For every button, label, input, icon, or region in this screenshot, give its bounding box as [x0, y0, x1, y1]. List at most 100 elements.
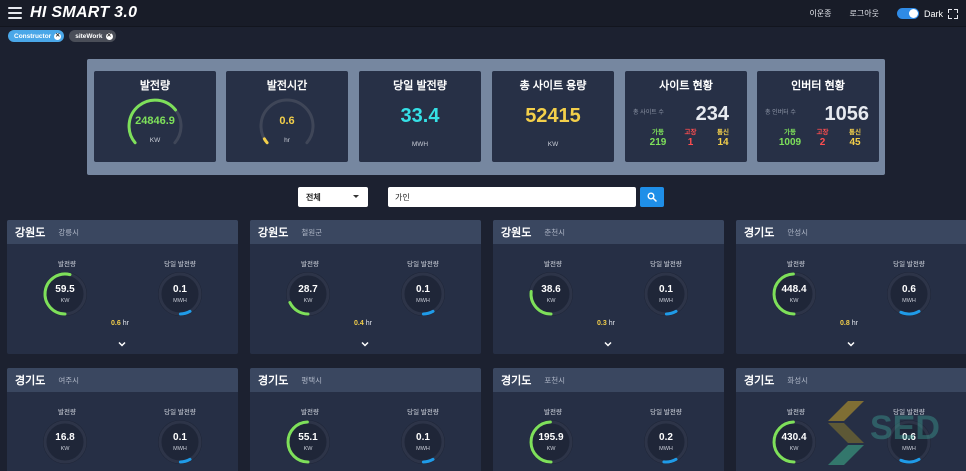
- gen-time-value: 0.6: [279, 115, 295, 127]
- search-input-value: 가인: [395, 192, 410, 202]
- site-card[interactable]: 경기도 여주시 발전량 당일 발전량 16.8 KW 0.1 MWH: [7, 368, 238, 471]
- stat-value-fault: 2: [819, 137, 826, 148]
- daily-label: 당일 발전량: [164, 261, 196, 268]
- site-total-label: 총 사이트 수: [633, 110, 664, 116]
- daily-value: 0.1: [416, 432, 430, 443]
- card-title: 인버터 현황: [791, 80, 845, 92]
- province-label: 강원도: [15, 227, 46, 239]
- fullscreen-icon[interactable]: [948, 8, 958, 19]
- chip-sitework[interactable]: siteWork ✕: [69, 30, 116, 42]
- site-card-header: 강원도 철원군: [250, 220, 481, 244]
- gen-unit: KW: [789, 446, 799, 452]
- hours-unit: hr: [851, 320, 858, 327]
- site-card[interactable]: 경기도 포천시 발전량 당일 발전량 195.9 KW 0.2 MWH: [493, 368, 724, 471]
- gen-value: 59.5: [55, 284, 75, 295]
- card-title: 발전량: [139, 80, 171, 92]
- close-icon[interactable]: ✕: [105, 32, 113, 40]
- region-select[interactable]: 전체: [298, 187, 368, 207]
- gen-gauge: 430.4 KW: [770, 418, 818, 466]
- gen-value: 38.6: [541, 284, 561, 295]
- city-label: 평택시: [301, 375, 323, 385]
- chevron-down-icon[interactable]: [604, 340, 612, 348]
- capacity-unit: KW: [547, 141, 559, 148]
- gen-time-unit: hr: [284, 137, 290, 144]
- card-title: 사이트 현황: [659, 80, 713, 92]
- gen-label: 발전량: [301, 409, 319, 416]
- gen-unit: KW: [789, 298, 799, 304]
- daily-gauge: 0.1 MWH: [399, 418, 447, 466]
- logout-link[interactable]: 로그아웃: [850, 8, 879, 19]
- chevron-down-icon: [353, 195, 359, 198]
- daily-label: 당일 발전량: [650, 261, 682, 268]
- hours-value: 0.4 hr: [354, 320, 372, 327]
- daily-label: 당일 발전량: [407, 409, 439, 416]
- inverter-stats: 가동 1009 고장 2 통신 45: [775, 126, 870, 148]
- site-card-header: 경기도 여주시: [7, 368, 238, 392]
- gen-unit: KW: [303, 298, 313, 304]
- svg-text:SED: SED: [870, 409, 940, 447]
- daily-label: 당일 발전량: [893, 261, 925, 268]
- daily-gauge: 0.1 MWH: [399, 270, 447, 318]
- chip-constructor[interactable]: Constructor ✕: [8, 30, 65, 42]
- city-label: 안성시: [787, 227, 809, 237]
- gen-gauge: 38.6 KW: [527, 270, 575, 318]
- generation-value: 24846.9: [135, 115, 175, 127]
- province-label: 강원도: [501, 227, 532, 239]
- city-label: 철원군: [301, 227, 323, 237]
- stat-value-comm: 14: [717, 137, 729, 148]
- stat-label-running: 가동: [784, 129, 796, 136]
- daily-value: 0.1: [659, 284, 673, 295]
- summary-gen-time-card: 발전시간 0.6 hr: [226, 71, 348, 162]
- site-card[interactable]: 강원도 강릉시 발전량 당일 발전량 59.5 KW 0.1 MWH 0.6 hr: [7, 220, 238, 354]
- gen-label: 발전량: [544, 261, 562, 268]
- search-input[interactable]: 가인: [388, 187, 636, 207]
- city-label: 화성시: [787, 375, 809, 385]
- daily-value: 0.1: [173, 284, 187, 295]
- daily-value: 0.6: [902, 284, 916, 295]
- gen-unit: KW: [303, 446, 313, 452]
- close-icon[interactable]: ✕: [54, 32, 62, 40]
- gen-label: 발전량: [787, 261, 805, 268]
- city-label: 여주시: [58, 375, 80, 385]
- site-card[interactable]: 강원도 춘천시 발전량 당일 발전량 38.6 KW 0.1 MWH 0.3 hr: [493, 220, 724, 354]
- province-label: 강원도: [258, 227, 289, 239]
- gen-gauge: 59.5 KW: [41, 270, 89, 318]
- chevron-down-icon[interactable]: [361, 340, 369, 348]
- daily-gauge: 0.1 MWH: [156, 418, 204, 466]
- gen-gauge: 195.9 KW: [527, 418, 575, 466]
- gen-gauge: 28.7 KW: [284, 270, 332, 318]
- menu-icon[interactable]: [8, 7, 22, 19]
- stat-value-running: 219: [649, 137, 667, 148]
- summary-generation-card: 발전량 24846.9 KW: [94, 71, 216, 162]
- daily-label: 당일 발전량: [407, 261, 439, 268]
- gen-label: 발전량: [544, 409, 562, 416]
- user-name-link[interactable]: 이운종: [809, 8, 831, 19]
- app-title: HI SMART 3.0: [30, 4, 138, 21]
- capacity-value: 52415: [525, 105, 581, 127]
- gen-time-gauge: 0.6: [257, 96, 317, 156]
- search-row: 전체 가인: [0, 187, 966, 208]
- region-select-value: 전체: [306, 192, 321, 202]
- site-card-header: 경기도 포천시: [493, 368, 724, 392]
- city-label: 춘천시: [544, 227, 566, 237]
- daily-unit: MWH: [173, 298, 187, 304]
- site-card-header: 경기도 안성시: [736, 220, 966, 244]
- company-logo: SED: [828, 401, 940, 465]
- province-label: 경기도: [744, 375, 775, 387]
- stat-label-comm: 통신: [849, 129, 861, 136]
- site-card[interactable]: 경기도 안성시 발전량 당일 발전량 448.4 KW 0.6 MWH 0.8 h…: [736, 220, 966, 354]
- site-card[interactable]: 경기도 평택시 발전량 당일 발전량 55.1 KW 0.1 MWH: [250, 368, 481, 471]
- card-title: 발전시간: [266, 80, 308, 92]
- top-bar: HI SMART 3.0 이운종 로그아웃 Dark: [0, 0, 966, 27]
- daily-label: 당일 발전량: [164, 409, 196, 416]
- theme-toggle[interactable]: [896, 8, 919, 19]
- chip-label: Constructor: [14, 32, 52, 40]
- chevron-down-icon[interactable]: [847, 340, 855, 348]
- hours-unit: hr: [365, 320, 372, 327]
- gen-label: 발전량: [301, 261, 319, 268]
- search-button[interactable]: [640, 187, 664, 207]
- site-card[interactable]: 강원도 철원군 발전량 당일 발전량 28.7 KW 0.1 MWH 0.4 hr: [250, 220, 481, 354]
- stat-value-fault: 1: [687, 137, 694, 148]
- chevron-down-icon[interactable]: [118, 340, 126, 348]
- inverter-total-value: 1056: [824, 103, 870, 125]
